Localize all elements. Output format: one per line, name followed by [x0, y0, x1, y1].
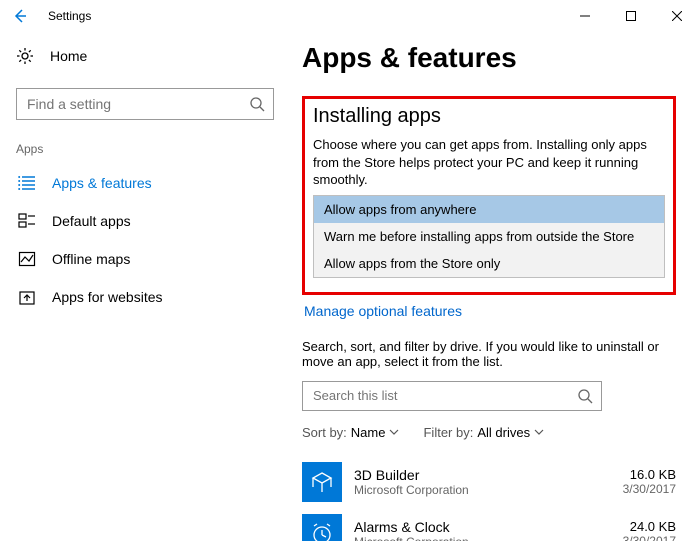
sort-label: Sort by: — [302, 425, 347, 440]
filter-label: Filter by: — [423, 425, 473, 440]
sidebar-item-apps-for-websites[interactable]: Apps for websites — [16, 278, 274, 316]
search-icon — [249, 96, 265, 112]
back-button[interactable] — [0, 0, 40, 32]
sort-filter-row: Sort by: Name Filter by: All drives — [302, 425, 676, 440]
app-icon-3d-builder — [302, 462, 342, 502]
sort-value: Name — [351, 425, 386, 440]
sidebar: Home Apps Apps & features — [0, 32, 290, 541]
app-meta: 16.0 KB 3/30/2017 — [623, 467, 676, 496]
app-info: Alarms & Clock Microsoft Corporation — [354, 519, 469, 541]
sidebar-section-label: Apps — [16, 142, 274, 156]
sidebar-item-label: Offline maps — [52, 251, 130, 267]
app-size: 16.0 KB — [623, 467, 676, 482]
sidebar-item-default-apps[interactable]: Default apps — [16, 202, 274, 240]
app-name: 3D Builder — [354, 467, 469, 483]
sidebar-item-label: Apps for websites — [52, 289, 163, 305]
main-content: Apps & features Installing apps Choose w… — [290, 32, 700, 541]
app-info: 3D Builder Microsoft Corporation — [354, 467, 469, 497]
dropdown-option-store-only[interactable]: Allow apps from the Store only — [314, 250, 664, 277]
app-list-item[interactable]: Alarms & Clock Microsoft Corporation 24.… — [302, 508, 676, 541]
filter-description: Search, sort, and filter by drive. If yo… — [302, 339, 676, 369]
find-setting-search[interactable] — [16, 88, 274, 120]
app-meta: 24.0 KB 3/30/2017 — [623, 519, 676, 541]
find-setting-input[interactable] — [25, 95, 249, 113]
filter-value: All drives — [477, 425, 530, 440]
search-apps-input[interactable] — [311, 387, 577, 404]
home-nav[interactable]: Home — [16, 36, 274, 76]
app-date: 3/30/2017 — [623, 534, 676, 541]
chevron-down-icon — [389, 427, 399, 437]
chevron-down-icon — [534, 427, 544, 437]
app-list-item[interactable]: 3D Builder Microsoft Corporation 16.0 KB… — [302, 456, 676, 508]
list-icon — [18, 174, 36, 192]
layout: Home Apps Apps & features — [0, 32, 700, 541]
sidebar-item-offline-maps[interactable]: Offline maps — [16, 240, 274, 278]
app-name: Alarms & Clock — [354, 519, 469, 535]
app-publisher: Microsoft Corporation — [354, 535, 469, 541]
titlebar: Settings — [0, 0, 700, 32]
install-source-dropdown[interactable]: Allow apps from anywhere Warn me before … — [313, 195, 665, 278]
sidebar-item-label: Apps & features — [52, 175, 152, 191]
hidden-selected-label — [315, 280, 665, 288]
app-size: 24.0 KB — [623, 519, 676, 534]
page-title: Apps & features — [302, 42, 676, 74]
open-in-app-icon — [18, 288, 36, 306]
filter-by-control[interactable]: Filter by: All drives — [423, 425, 544, 440]
sidebar-item-label: Default apps — [52, 213, 131, 229]
search-icon — [577, 388, 593, 404]
search-apps-box[interactable] — [302, 381, 602, 411]
dropdown-option-anywhere[interactable]: Allow apps from anywhere — [314, 196, 664, 223]
map-icon — [18, 250, 36, 268]
cube-icon — [310, 470, 334, 494]
dropdown-option-warn[interactable]: Warn me before installing apps from outs… — [314, 223, 664, 250]
arrow-left-icon — [12, 8, 28, 24]
close-button[interactable] — [654, 0, 700, 32]
window-controls — [562, 0, 700, 32]
clock-icon — [310, 522, 334, 541]
defaults-icon — [18, 212, 36, 230]
manage-optional-features-link[interactable]: Manage optional features — [304, 303, 676, 319]
sort-by-control[interactable]: Sort by: Name — [302, 425, 399, 440]
minimize-icon — [580, 11, 590, 21]
app-publisher: Microsoft Corporation — [354, 483, 469, 497]
installing-apps-description: Choose where you can get apps from. Inst… — [313, 136, 665, 189]
maximize-icon — [626, 11, 636, 21]
close-icon — [672, 11, 682, 21]
window-title: Settings — [48, 9, 91, 23]
maximize-button[interactable] — [608, 0, 654, 32]
installing-apps-title: Installing apps — [313, 105, 665, 128]
gear-icon — [16, 47, 34, 65]
minimize-button[interactable] — [562, 0, 608, 32]
highlight-box: Installing apps Choose where you can get… — [302, 96, 676, 295]
app-date: 3/30/2017 — [623, 482, 676, 496]
sidebar-item-apps-features[interactable]: Apps & features — [16, 164, 274, 202]
settings-window: Settings — [0, 0, 700, 541]
app-icon-alarms-clock — [302, 514, 342, 541]
home-label: Home — [50, 48, 87, 64]
